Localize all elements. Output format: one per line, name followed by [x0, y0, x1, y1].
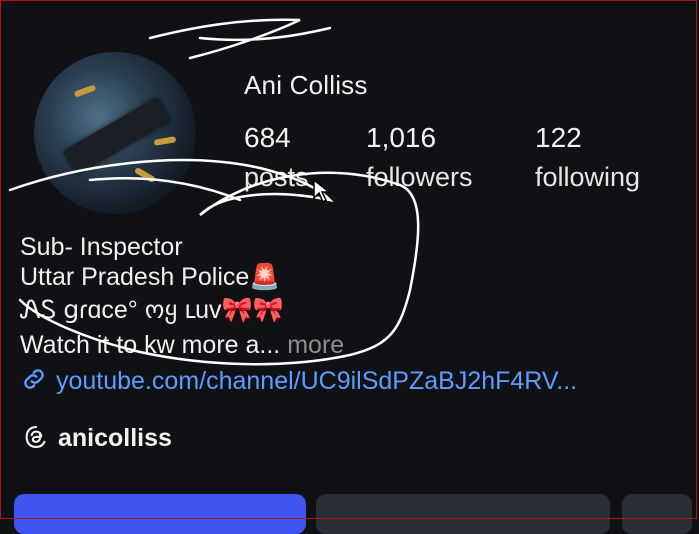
avatar-image-bullet [133, 166, 157, 184]
followers-count[interactable]: 1,016 [366, 122, 436, 154]
posts-count[interactable]: 684 [244, 122, 291, 154]
avatar-image-gun [62, 96, 172, 176]
bio-watch-text: Watch it to kw more a... [20, 331, 281, 359]
threads-handle[interactable]: anicolliss [58, 424, 172, 452]
posts-label[interactable]: posts [244, 162, 309, 193]
threads-icon [25, 426, 46, 448]
police-siren-emoji: 🚨 [249, 263, 281, 291]
threads-badge[interactable]: anicolliss [22, 423, 172, 453]
bio-line-department: Uttar Pradesh Police🚨 [20, 263, 280, 292]
following-label[interactable]: following [535, 162, 640, 193]
avatar-image-bullet [153, 136, 177, 146]
ribbon-emoji: 🎀🎀 [221, 296, 284, 324]
message-button[interactable] [316, 494, 610, 534]
link-icon [24, 369, 44, 389]
bio-line-title: Sub- Inspector [20, 233, 183, 261]
followers-label[interactable]: followers [366, 162, 473, 193]
bio-grace-text: ᏁᏚ ցɾɑce° ოყ ւuv [20, 296, 222, 324]
following-count[interactable]: 122 [535, 122, 582, 154]
bio-line-grace: ᏁᏚ ցɾɑce° ოყ ւuv🎀🎀 [20, 295, 284, 325]
profile-link[interactable]: youtube.com/channel/UC9ilSdPZaBJ2hF4RV..… [20, 365, 577, 396]
profile-link-text[interactable]: youtube.com/channel/UC9ilSdPZaBJ2hF4RV..… [56, 367, 577, 395]
profile-name: Ani Colliss [244, 70, 368, 100]
avatar-image-bullet [73, 84, 97, 98]
bio-more-button[interactable]: more [280, 331, 344, 359]
profile-avatar[interactable] [34, 52, 196, 214]
follow-button[interactable] [14, 494, 306, 534]
suggested-button[interactable] [622, 494, 692, 534]
bio-line-watch: Watch it to kw more a... more [20, 331, 344, 360]
bio-department-text: Uttar Pradesh Police [20, 263, 250, 291]
mouse-cursor-icon [313, 178, 332, 204]
